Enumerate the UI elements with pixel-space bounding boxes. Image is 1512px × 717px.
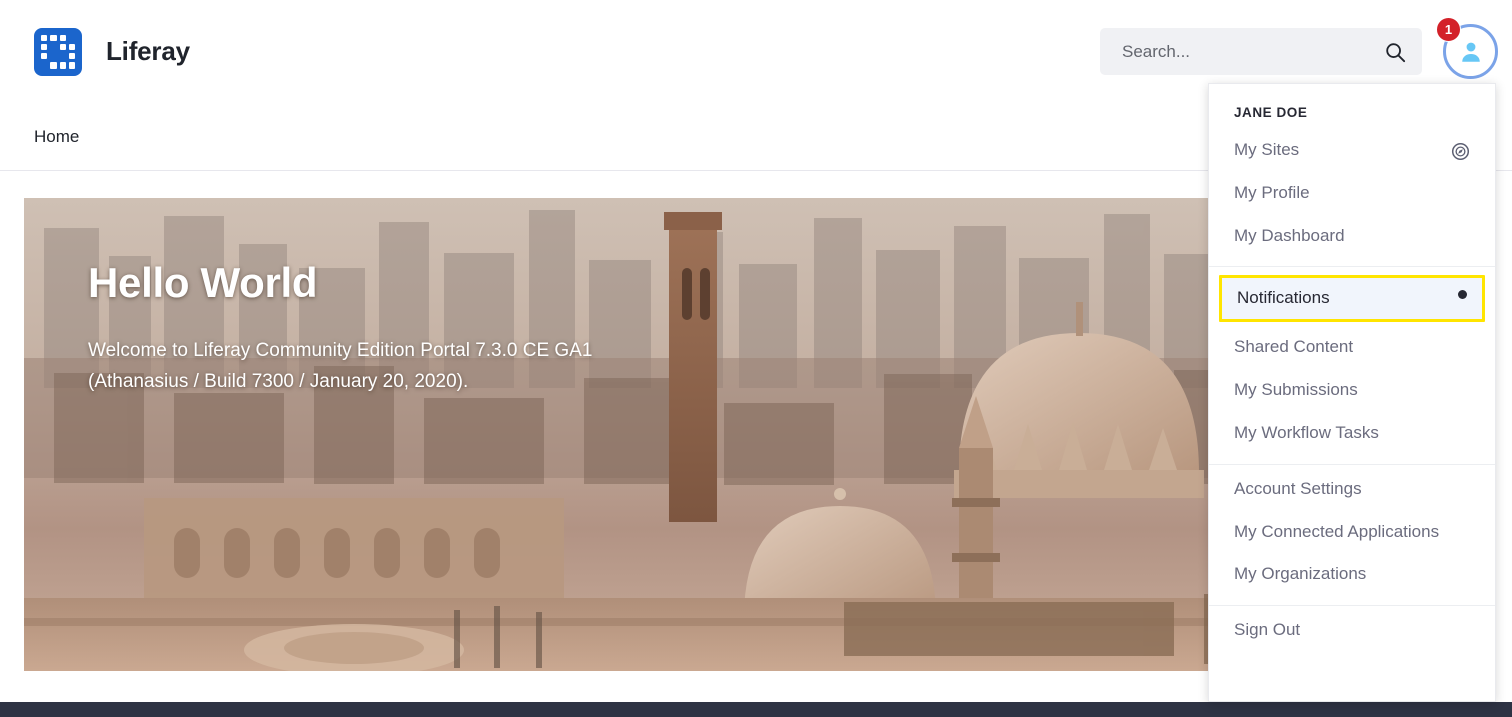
- menu-item-label: Sign Out: [1234, 620, 1301, 640]
- nav-item-home[interactable]: Home: [34, 127, 79, 147]
- menu-item-label: My Profile: [1234, 182, 1310, 202]
- hero-text-block: Hello World Welcome to Liferay Community…: [88, 259, 848, 397]
- menu-item-label: My Connected Applications: [1234, 521, 1440, 541]
- menu-item-account-settings[interactable]: Account Settings: [1209, 468, 1495, 511]
- page-footer: [0, 702, 1512, 717]
- dropdown-user-name: JANE DOE: [1234, 105, 1308, 120]
- menu-item-label: Notifications: [1237, 287, 1330, 307]
- menu-item-label: My Workflow Tasks: [1234, 422, 1379, 442]
- menu-item-label: My Submissions: [1234, 379, 1358, 399]
- search-input[interactable]: [1100, 28, 1422, 75]
- menu-item-label: My Dashboard: [1234, 225, 1345, 245]
- menu-item-label: Shared Content: [1234, 336, 1354, 356]
- menu-item-my-workflow-tasks[interactable]: My Workflow Tasks: [1209, 412, 1495, 455]
- notification-count-badge[interactable]: 1: [1436, 17, 1461, 42]
- brand-name: Liferay: [106, 36, 190, 66]
- menu-item-my-dashboard[interactable]: My Dashboard: [1209, 215, 1495, 258]
- unread-dot-icon: [1458, 289, 1467, 299]
- user-avatar-icon: [1461, 42, 1480, 62]
- menu-item-my-profile[interactable]: My Profile: [1209, 172, 1495, 215]
- menu-item-my-connected-applications[interactable]: My Connected Applications: [1209, 511, 1495, 554]
- hero-title: Hello World: [88, 259, 318, 306]
- menu-divider-1: [1209, 265, 1495, 267]
- hero-subtitle-line-2: (Athanasius / Build 7300 / January 20, 2…: [88, 370, 469, 392]
- menu-item-label: My Organizations: [1234, 564, 1367, 584]
- menu-item-label: My Sites: [1234, 140, 1300, 159]
- hero-subtitle-line-1: Welcome to Liferay Community Edition Por…: [88, 340, 593, 362]
- compass-icon: [1451, 142, 1470, 161]
- dropdown-bottom-spacer: [1209, 652, 1495, 701]
- menu-item-sign-out[interactable]: Sign Out: [1209, 609, 1495, 652]
- search-container: [1100, 28, 1422, 75]
- menu-divider-2: [1209, 463, 1495, 465]
- brand-logo-link[interactable]: Liferay: [34, 27, 190, 76]
- menu-item-my-sites[interactable]: My Sites: [1209, 129, 1495, 172]
- menu-divider-3: [1209, 605, 1495, 607]
- hero-subtitle: Welcome to Liferay Community Edition Por…: [88, 336, 608, 397]
- menu-item-shared-content[interactable]: Shared Content: [1209, 326, 1495, 369]
- app-window: Liferay 1 Home: [0, 0, 1512, 717]
- menu-item-my-submissions[interactable]: My Submissions: [1209, 369, 1495, 412]
- menu-item-notifications[interactable]: Notifications: [1219, 274, 1485, 322]
- user-dropdown-menu: JANE DOE My Sites My Profile My Dashboar…: [1208, 83, 1496, 702]
- menu-item-my-organizations[interactable]: My Organizations: [1209, 553, 1495, 596]
- menu-item-label: Account Settings: [1234, 478, 1362, 498]
- liferay-grid-logo-icon: [34, 27, 82, 76]
